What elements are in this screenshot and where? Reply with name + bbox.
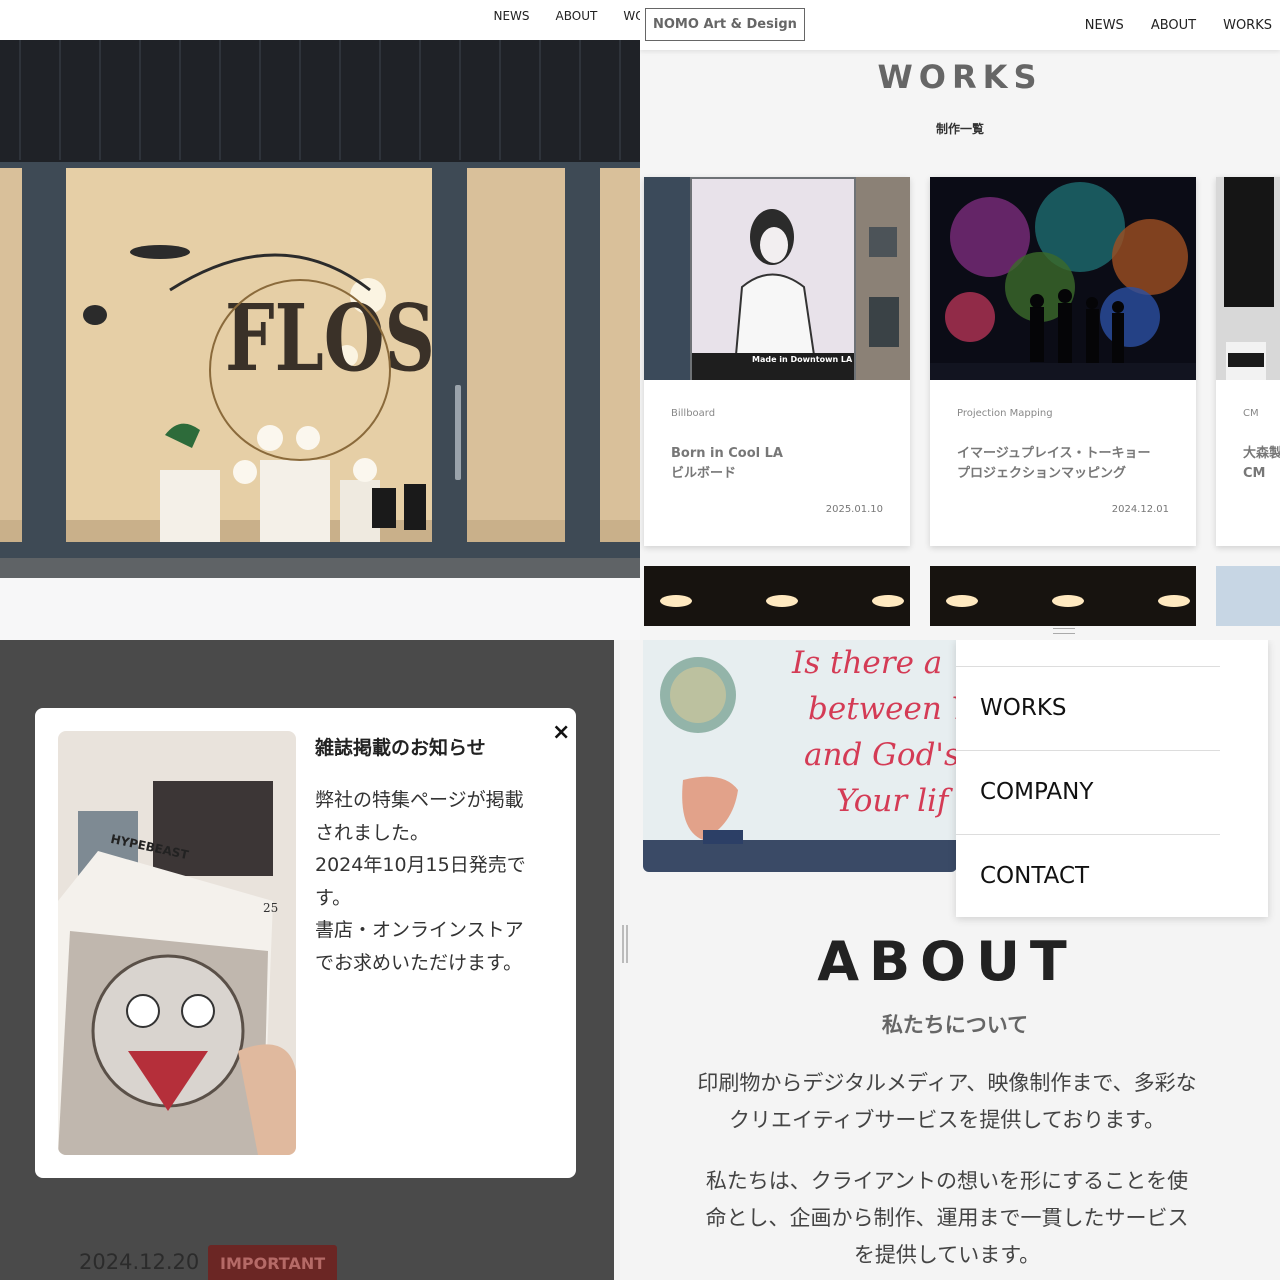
about-paragraph: 私たちは、クライアントの想いを形にすることを使 命とし、企画から制作、運用まで一…	[614, 1163, 1280, 1274]
work-title: イマージュプレイス・トーキョー プロジェクションマッピング	[957, 444, 1150, 484]
site-header: NEWS ABOUT WOR	[0, 0, 640, 40]
news-date: 2024.12.20	[79, 1250, 200, 1274]
nav-about[interactable]: ABOUT	[556, 9, 598, 23]
about-page: Is there a between Yo and God's pl Your …	[614, 640, 1280, 1280]
menu-item-contact[interactable]: CONTACT	[980, 863, 1089, 889]
page-title: WORKS	[877, 58, 1043, 96]
paragraph-line: を提供しています。	[853, 1243, 1041, 1267]
drag-handle-icon[interactable]	[1053, 628, 1075, 634]
modal-body-line: 書店・オンラインストア	[315, 919, 524, 941]
work-thumbnail	[930, 177, 1196, 380]
main-nav: NEWS ABOUT WORKS	[1085, 18, 1272, 33]
magazine-number: 25	[263, 901, 279, 915]
section-title: ABOUT	[817, 930, 1077, 993]
works-page: NOMO Art & Design NEWS ABOUT WORKS WORKS…	[640, 0, 1280, 640]
work-card[interactable]: Projection Mapping イマージュプレイス・トーキョー プロジェク…	[930, 177, 1196, 546]
svg-text:FLOS: FLOS	[225, 284, 435, 392]
work-thumbnail	[930, 566, 1196, 626]
site-logo[interactable]: NOMO Art & Design	[645, 8, 805, 41]
work-category: Billboard	[671, 408, 716, 419]
modal-body-line: 弊社の特集ページが掲載	[315, 789, 524, 811]
modal-body-line: でお求めいただけます。	[315, 951, 523, 974]
paragraph-line: 私たちは、クライアントの想いを形にすることを使	[705, 1169, 1189, 1193]
work-thumbnail	[644, 177, 910, 380]
paragraph-line: クリエイティブサービスを提供しております。	[729, 1108, 1165, 1132]
news-modal-page: HYPEBEAST 25 雑誌掲載のお知らせ 弊社の特集ページが掲載 されました…	[0, 640, 614, 1280]
work-title-line: ビルボード	[671, 466, 737, 481]
modal-title: 雑誌掲載のお知らせ	[315, 737, 486, 759]
modal-body-line: 2024年10月15日発売で	[315, 854, 526, 876]
magazine-photo	[58, 731, 296, 1155]
menu-item-company[interactable]: COMPANY	[980, 779, 1093, 805]
paragraph-line: 印刷物からデジタルメディア、映像制作まで、多彩な	[697, 1071, 1197, 1095]
work-thumbnail	[1216, 566, 1280, 626]
close-icon[interactable]: ×	[552, 720, 570, 745]
news-modal: HYPEBEAST 25 雑誌掲載のお知らせ 弊社の特集ページが掲載 されました…	[35, 708, 576, 1178]
modal-body: 弊社の特集ページが掲載 されました。 2024年10月15日発売で す。 書店・…	[315, 784, 555, 979]
billboard-sign-text: Made in Downtown LA	[752, 355, 853, 364]
work-card[interactable]: Made in Downtown LA Billboard Born in Co…	[644, 177, 910, 546]
nav-works[interactable]: WOR	[623, 9, 640, 23]
modal-body-line: す。	[315, 886, 352, 909]
work-title-line: プロジェクションマッピング	[957, 466, 1127, 481]
section-subtitle: 私たちについて	[881, 1013, 1029, 1037]
work-date: 2024.12.01	[1111, 504, 1169, 515]
nav-news[interactable]: NEWS	[494, 9, 530, 23]
paragraph-line: 命とし、企画から制作、運用まで一貫したサービス	[705, 1206, 1189, 1230]
work-title: 大森製 CM	[1243, 444, 1280, 484]
work-title-line: 大森製	[1243, 446, 1280, 461]
work-thumbnail	[644, 566, 910, 626]
work-title-line: Born in Cool LA	[671, 446, 783, 461]
main-nav: NEWS ABOUT WOR	[494, 9, 641, 23]
storefront-page: NEWS ABOUT WOR FLOS	[0, 0, 640, 640]
work-title-line: イマージュプレイス・トーキョー	[957, 446, 1151, 461]
page-subtitle: 制作一覧	[935, 122, 984, 136]
about-paragraph: 印刷物からデジタルメディア、映像制作まで、多彩な クリエイティブサービスを提供し…	[614, 1065, 1280, 1139]
work-category: Projection Mapping	[957, 408, 1053, 419]
work-title: Born in Cool LA ビルボード	[671, 444, 783, 484]
site-header: NOMO Art & Design NEWS ABOUT WORKS	[640, 0, 1280, 50]
nav-news[interactable]: NEWS	[1085, 18, 1124, 33]
nav-about[interactable]: ABOUT	[1151, 18, 1196, 33]
dropdown-menu: WORKS COMPANY CONTACT	[956, 640, 1268, 917]
work-card[interactable]: CM 大森製 CM	[1216, 177, 1280, 546]
modal-body-line: されました。	[315, 821, 430, 844]
work-thumbnail	[1216, 177, 1280, 380]
work-date: 2025.01.10	[825, 504, 883, 515]
important-badge: IMPORTANT	[208, 1245, 337, 1280]
work-title-line: CM	[1243, 466, 1266, 481]
hero-image: FLOS	[0, 40, 640, 578]
work-category: CM	[1243, 408, 1259, 419]
menu-item-works[interactable]: WORKS	[980, 695, 1067, 721]
nav-works[interactable]: WORKS	[1223, 18, 1272, 33]
